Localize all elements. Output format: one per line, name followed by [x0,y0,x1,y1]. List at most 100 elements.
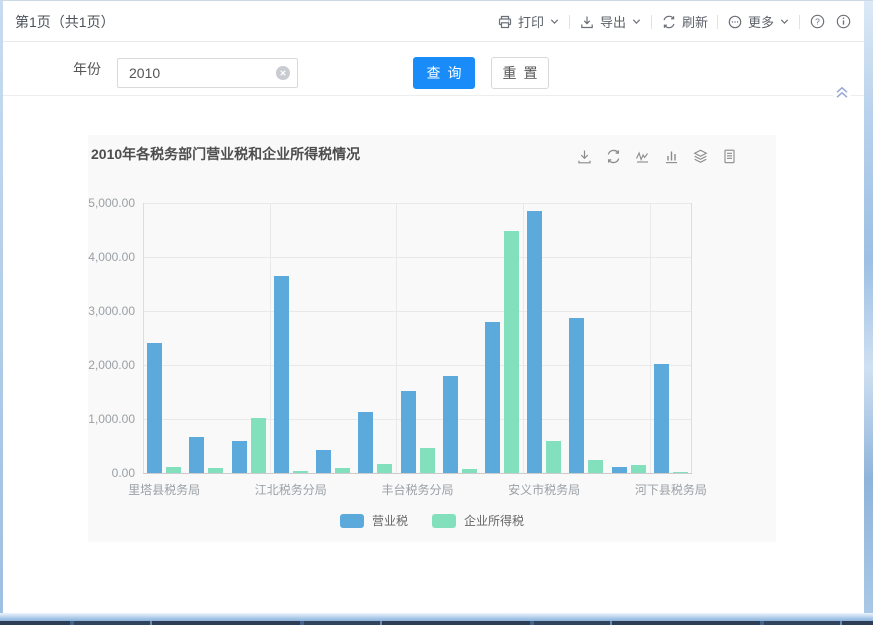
gridline [143,203,692,204]
bar-营业税-0 [147,343,162,473]
double-chevron-up-icon [833,84,851,100]
refresh-icon [661,14,677,30]
bar-企业所得税-5 [377,464,392,473]
bar-营业税-6 [401,391,416,473]
refresh-label: 刷新 [682,12,708,31]
legend-swatch [340,514,364,528]
more-button[interactable]: 更多 [727,12,790,31]
y-axis-tick-label: 0.00 [112,466,135,480]
chart-legend: 营业税 企业所得税 [88,512,776,529]
window-border-bottom [0,613,873,625]
gridline [523,203,524,473]
refresh-button[interactable]: 刷新 [661,12,708,31]
gridline [143,257,692,258]
year-field [117,58,298,88]
reset-button[interactable]: 重置 [491,57,549,89]
bar-企业所得税-6 [420,448,435,473]
restore-icon[interactable] [605,148,622,165]
legend-label: 企业所得税 [464,512,524,529]
save-image-icon[interactable] [576,148,593,165]
bar-营业税-9 [527,211,542,473]
page-indicator: 第1页（共1页） [15,12,115,32]
plot-area: 里塔县税务局江北税务分局丰台税务分局安义市税务局河下县税务局 [143,203,692,473]
x-axis-category-label: 里塔县税务局 [128,481,200,498]
info-button[interactable] [835,13,852,30]
bar-营业税-5 [358,412,373,473]
bar-企业所得税-9 [546,441,561,473]
bar-营业税-11 [612,467,627,473]
x-axis-category-label: 丰台税务分局 [381,481,453,498]
export-button[interactable]: 导出 [579,12,642,31]
gridline [396,203,397,473]
window-border-glass [0,613,873,621]
data-view-icon[interactable] [721,148,738,165]
y-axis-labels: 0.001,000.002,000.003,000.004,000.005,00… [88,203,135,473]
y-axis-tick-label: 3,000.00 [88,304,135,318]
bar-企业所得税-12 [673,472,688,473]
y-axis-tick-label: 4,000.00 [88,250,135,264]
export-label: 导出 [600,12,626,31]
more-label: 更多 [748,12,774,31]
y-axis-tick-label: 5,000.00 [88,196,135,210]
window-border-right[interactable] [864,1,873,613]
bar-营业税-1 [189,437,204,473]
top-header: 第1页（共1页） 打印 导出 [3,2,864,42]
chevron-down-icon [549,16,560,27]
chevron-down-icon [779,16,790,27]
svg-text:?: ? [815,17,820,27]
gridline [143,473,692,474]
year-input[interactable] [117,58,298,88]
help-button[interactable]: ? [809,13,826,30]
bar-营业税-12 [654,364,669,473]
printer-icon [497,14,513,30]
axis-line-right [691,203,692,473]
x-axis-category-label: 江北税务分局 [255,481,327,498]
bar-企业所得税-1 [208,468,223,473]
collapse-filter-button[interactable] [833,84,851,100]
toolbar-divider [651,15,652,29]
header-toolbar: 打印 导出 刷新 [497,12,852,31]
y-axis-tick-label: 1,000.00 [88,412,135,426]
line-chart-icon[interactable] [634,148,651,165]
x-axis-category-label: 河下县税务局 [635,481,707,498]
bar-营业税-7 [443,376,458,473]
clear-circle-icon[interactable] [276,66,290,80]
desktop-strip [0,621,873,625]
gridline [143,365,692,366]
app-window: 第1页（共1页） 打印 导出 [0,0,873,625]
gridline [143,419,692,420]
help-circle-icon: ? [809,13,826,30]
info-circle-icon [835,13,852,30]
bar-企业所得税-11 [631,465,646,473]
legend-swatch [432,514,456,528]
toolbar-divider [799,15,800,29]
search-button[interactable]: 查询 [413,57,475,89]
year-field-label: 年份 [73,59,101,79]
legend-item-营业税[interactable]: 营业税 [340,512,408,529]
gridline [650,203,651,473]
ellipsis-circle-icon [727,14,743,30]
download-icon [579,14,595,30]
bar-企业所得税-4 [335,468,350,473]
bar-企业所得税-8 [504,231,519,473]
y-axis-tick-label: 2,000.00 [88,358,135,372]
query-bar: 年份 查询 重置 [3,43,864,96]
axis-line-left [143,203,144,473]
bar-营业税-10 [569,318,584,473]
toolbar-divider [717,15,718,29]
print-button[interactable]: 打印 [497,12,560,31]
legend-item-企业所得税[interactable]: 企业所得税 [432,512,524,529]
bar-企业所得税-0 [166,467,181,473]
bar-营业税-8 [485,322,500,473]
gridline [270,203,271,473]
chart-title: 2010年各税务部门营业税和企业所得税情况 [91,144,360,164]
x-axis-category-label: 安义市税务局 [508,481,580,498]
bar-营业税-4 [316,450,331,473]
bar-企业所得税-10 [588,460,603,474]
toolbar-divider [569,15,570,29]
bar-chart-icon[interactable] [663,148,680,165]
bar-企业所得税-3 [293,471,308,473]
stack-icon[interactable] [692,148,709,165]
bar-企业所得税-2 [251,418,266,473]
gridline [143,311,692,312]
